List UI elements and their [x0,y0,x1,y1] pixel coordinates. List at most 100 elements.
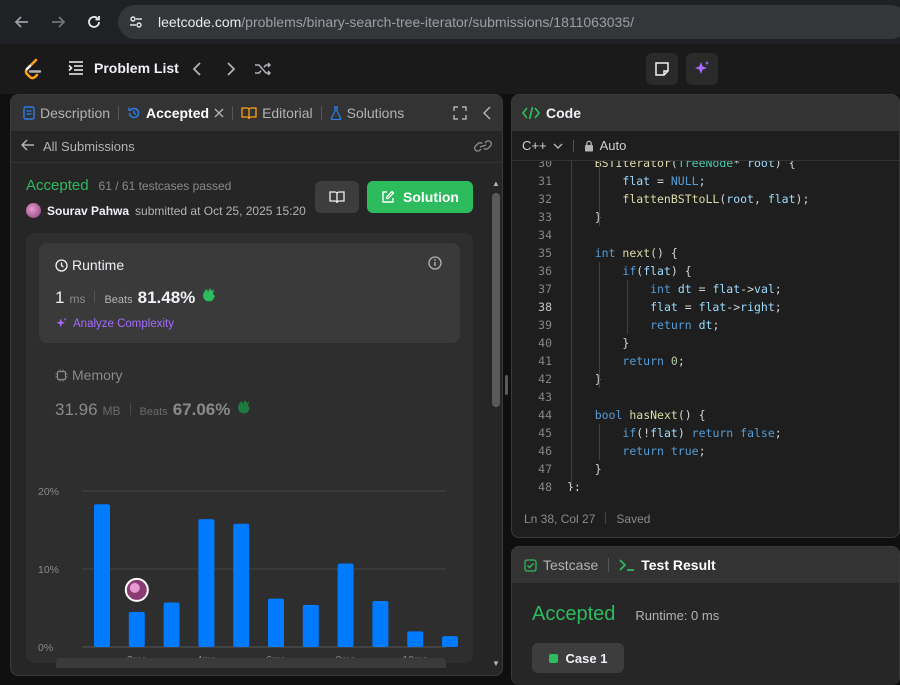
editorial-book-button[interactable] [315,181,359,213]
line-number: 47 [538,462,552,476]
scroll-up-icon[interactable]: ▲ [492,179,500,189]
auto-mode[interactable]: Auto [584,138,626,153]
leetcode-logo-icon[interactable] [22,58,44,82]
case-passed-icon [548,653,558,663]
language-bar: C++ Auto [512,131,899,161]
line-number: 38 [538,300,552,314]
tab-test-result[interactable]: Test Result [619,557,716,573]
problem-list-button[interactable]: Problem List [68,60,179,76]
tab-solutions[interactable]: Solutions [322,95,413,131]
chevron-down-icon [553,143,563,149]
language-select[interactable]: C++ [522,138,563,153]
collapse-chevron-icon[interactable] [482,106,491,123]
chart-bar[interactable] [198,519,215,647]
chart-bar[interactable] [163,602,180,647]
terminal-icon [619,559,635,571]
chart-bar[interactable] [442,636,458,647]
memory-value: 31.96 [55,400,98,419]
chart-y-tick: 20% [38,486,59,498]
url-path: /problems/binary-search-tree-iterator/su… [241,14,634,30]
solution-button-label: Solution [403,189,459,205]
chart-bar[interactable] [268,598,284,647]
indent-guide [599,424,600,460]
analyze-complexity-link[interactable]: Analyze Complexity [55,317,174,330]
memory-unit: MB [102,404,121,418]
chart-bar[interactable] [337,563,354,647]
all-submissions-link[interactable]: All Submissions [43,139,135,154]
code-text: return 0; [622,354,685,368]
line-number: 40 [538,336,552,350]
tab-accepted[interactable]: Accepted [119,95,232,131]
tab-testcase[interactable]: Testcase [512,557,598,573]
tab-editorial[interactable]: Editorial [233,95,321,131]
runtime-value: 1 [55,288,65,307]
chart-bar[interactable] [372,600,389,647]
tab-editorial-label: Editorial [262,105,313,121]
testcases-passed: 61 / 61 testcases passed [98,179,232,193]
avatar[interactable] [26,203,41,218]
address-bar[interactable]: leetcode.com/problems/binary-search-tree… [118,5,900,39]
reload-icon[interactable] [84,12,104,32]
note-icon [655,62,669,76]
case-1-button[interactable]: Case 1 [532,643,624,673]
clock-icon [55,258,68,272]
tab-description-label: Description [40,105,111,121]
tab-solutions-label: Solutions [346,105,405,121]
sparkle-icon [56,317,67,328]
lock-icon [584,140,593,151]
runtime-card[interactable]: Runtime 1 ms Beats 81.48% Analyze Comple… [39,243,460,343]
close-tab-icon[interactable] [214,108,224,118]
test-result-status: Accepted [532,603,616,625]
prev-problem-chevron-icon[interactable] [186,58,208,80]
notes-button[interactable] [646,53,678,85]
runtime-beats-label: Beats [104,294,133,306]
forward-arrow-icon[interactable] [48,12,68,32]
code-text: flat = NULL; [622,174,706,188]
back-arrow-icon[interactable] [12,12,32,32]
chart-bar[interactable] [94,504,110,647]
chart-bar[interactable] [233,523,250,647]
line-number: 34 [538,228,552,242]
chart-bar[interactable] [407,631,424,647]
chart-bar[interactable] [128,611,145,647]
ai-assist-button[interactable] [686,53,718,85]
runtime-distribution-chart[interactable]: 20%10%0%2ms4ms6ms8ms10ms [26,453,473,673]
shuffle-icon[interactable] [252,58,274,80]
maximize-icon[interactable] [453,106,467,123]
runtime-label: Runtime [72,257,125,273]
panel-scrollbar[interactable]: ▲ ▼ [492,179,500,669]
tab-description[interactable]: Description [11,95,118,131]
submission-status: Accepted [26,177,89,194]
memory-card[interactable]: Memory [55,367,123,383]
submission-panel: Description Accepted Editorial Solutions… [10,94,503,676]
panel-resize-handle[interactable] [505,375,508,395]
submitter-name[interactable]: Sourav Pahwa [47,204,129,218]
site-settings-icon[interactable] [126,12,146,32]
scrollbar-thumb[interactable] [492,193,500,407]
line-number: 48 [538,480,552,491]
chart-range-slider[interactable] [56,658,446,668]
chip-icon [55,369,68,381]
chart-bar[interactable] [302,604,319,647]
next-problem-chevron-icon[interactable] [220,58,242,80]
edit-icon [382,190,395,203]
code-text: } [567,210,602,224]
info-icon[interactable] [428,256,442,275]
back-arrow-icon[interactable] [20,139,35,154]
solution-button[interactable]: Solution [367,181,473,213]
problem-list-label: Problem List [94,60,179,76]
divider [572,139,574,152]
memory-label: Memory [72,367,123,383]
editor-statusbar: Ln 38, Col 27 Saved [524,512,650,526]
indent-guide [627,280,628,334]
link-icon[interactable] [474,139,492,156]
indent-guide [599,262,600,388]
case-1-label: Case 1 [565,650,608,666]
scroll-down-icon[interactable]: ▼ [492,659,500,669]
code-editor[interactable]: 30 BSTIterator(TreeNode* root) {31 flat … [512,161,899,491]
test-tabbar: Testcase Test Result [512,547,899,583]
code-header: Code [512,95,899,131]
indent-guide [571,161,572,485]
tab-divider [608,558,610,572]
code-text: return dt; [650,318,720,332]
